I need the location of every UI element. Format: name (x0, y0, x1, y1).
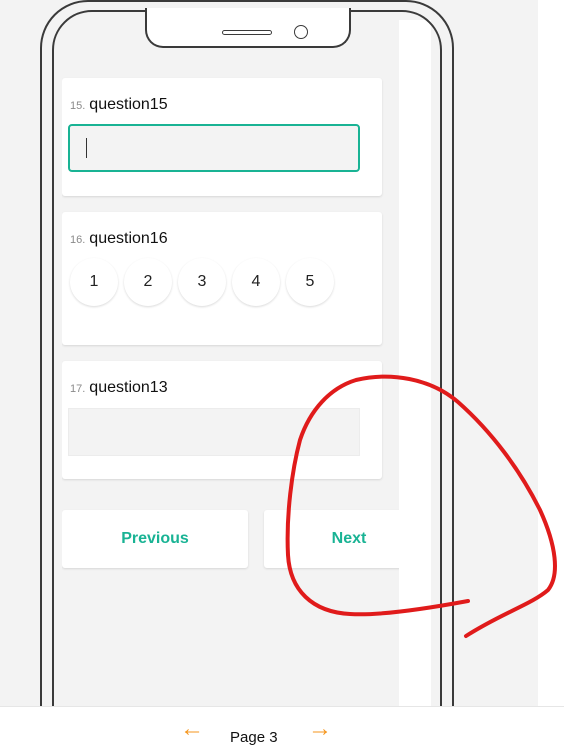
red-circle-annotation (285, 374, 557, 638)
